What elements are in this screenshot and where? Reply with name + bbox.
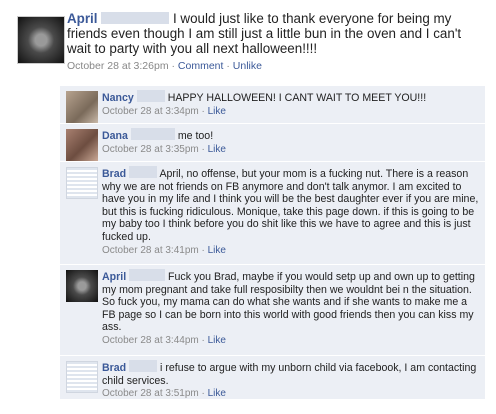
comment-author-link[interactable]: Brad xyxy=(102,168,126,180)
comment-body: April Fuck you Brad, maybe if you would … xyxy=(102,269,479,334)
redacted-surname xyxy=(136,90,165,102)
comment-item: Nancy HAPPY HALLOWEEN! I CANT WAIT TO ME… xyxy=(60,86,485,124)
meta-separator: · xyxy=(198,105,208,117)
redacted-surname xyxy=(130,128,175,140)
like-link[interactable]: Like xyxy=(208,335,226,346)
like-link[interactable]: Like xyxy=(208,388,226,399)
comment-timestamp[interactable]: October 28 at 3:44pm xyxy=(102,335,199,346)
post-body: April I would just like to thank everyon… xyxy=(67,11,485,56)
comment-meta: October 28 at 3:51pm · Like xyxy=(102,388,479,399)
main-post: April I would just like to thank everyon… xyxy=(67,11,485,74)
post-timestamp[interactable]: October 28 at 3:26pm xyxy=(67,60,169,72)
meta-separator: · xyxy=(223,60,233,72)
comment-item: Dana me too! October 28 at 3:35pm · Like xyxy=(60,124,485,162)
comment-list: Nancy HAPPY HALLOWEEN! I CANT WAIT TO ME… xyxy=(60,86,485,400)
meta-separator: · xyxy=(168,60,178,72)
meta-separator: · xyxy=(198,244,208,256)
meta-separator: · xyxy=(198,143,208,155)
post-meta: October 28 at 3:26pm · Comment · Unlike xyxy=(67,59,485,74)
comment-link[interactable]: Comment xyxy=(178,60,224,72)
comment-timestamp[interactable]: October 28 at 3:51pm xyxy=(102,388,199,399)
meta-separator: · xyxy=(198,334,208,346)
redacted-surname xyxy=(129,269,166,281)
like-link[interactable]: Like xyxy=(208,106,226,117)
comment-text: i refuse to argue with my unborn child v… xyxy=(102,362,477,387)
comment-timestamp[interactable]: October 28 at 3:41pm xyxy=(102,245,199,256)
comment-meta: October 28 at 3:44pm · Like xyxy=(102,335,479,346)
comment-meta: October 28 at 3:35pm · Like xyxy=(102,144,479,155)
like-link[interactable]: Like xyxy=(208,245,226,256)
post-author-link[interactable]: April xyxy=(67,11,98,26)
comment-text: April, no offense, but your mom is a fuc… xyxy=(102,168,479,243)
comment-author-link[interactable]: Dana xyxy=(102,130,128,142)
comment-body: Brad April, no offense, but your mom is … xyxy=(102,166,479,244)
redacted-surname xyxy=(129,360,158,372)
comment-text: HAPPY HALLOWEEN! I CANT WAIT TO MEET YOU… xyxy=(167,92,427,104)
post-avatar[interactable] xyxy=(17,16,65,64)
comment-text: me too! xyxy=(177,130,214,142)
comment-body: Dana me too! xyxy=(102,128,479,143)
comment-meta: October 28 at 3:41pm · Like xyxy=(102,245,479,256)
meta-separator: · xyxy=(198,388,208,400)
comment-author-link[interactable]: Nancy xyxy=(102,92,134,104)
comment-author-link[interactable]: Brad xyxy=(102,362,126,374)
comment-meta: October 28 at 3:34pm · Like xyxy=(102,106,479,117)
like-link[interactable]: Like xyxy=(208,144,226,155)
comment-body: Brad i refuse to argue with my unborn ch… xyxy=(102,360,479,387)
comment-body: Nancy HAPPY HALLOWEEN! I CANT WAIT TO ME… xyxy=(102,90,479,105)
redacted-surname xyxy=(129,166,158,178)
comment-item: Brad i refuse to argue with my unborn ch… xyxy=(60,356,485,400)
comment-item: April Fuck you Brad, maybe if you would … xyxy=(60,265,485,356)
redacted-surname xyxy=(101,12,170,24)
commenter-avatar[interactable] xyxy=(66,167,98,199)
commenter-avatar[interactable] xyxy=(66,129,98,161)
commenter-avatar[interactable] xyxy=(66,270,98,302)
comment-item: Brad April, no offense, but your mom is … xyxy=(60,162,485,265)
commenter-avatar[interactable] xyxy=(66,361,98,393)
commenter-avatar[interactable] xyxy=(66,91,98,123)
comment-author-link[interactable]: April xyxy=(102,271,126,283)
unlike-link[interactable]: Unlike xyxy=(233,60,262,72)
comment-timestamp[interactable]: October 28 at 3:35pm xyxy=(102,144,199,155)
comment-timestamp[interactable]: October 28 at 3:34pm xyxy=(102,106,199,117)
